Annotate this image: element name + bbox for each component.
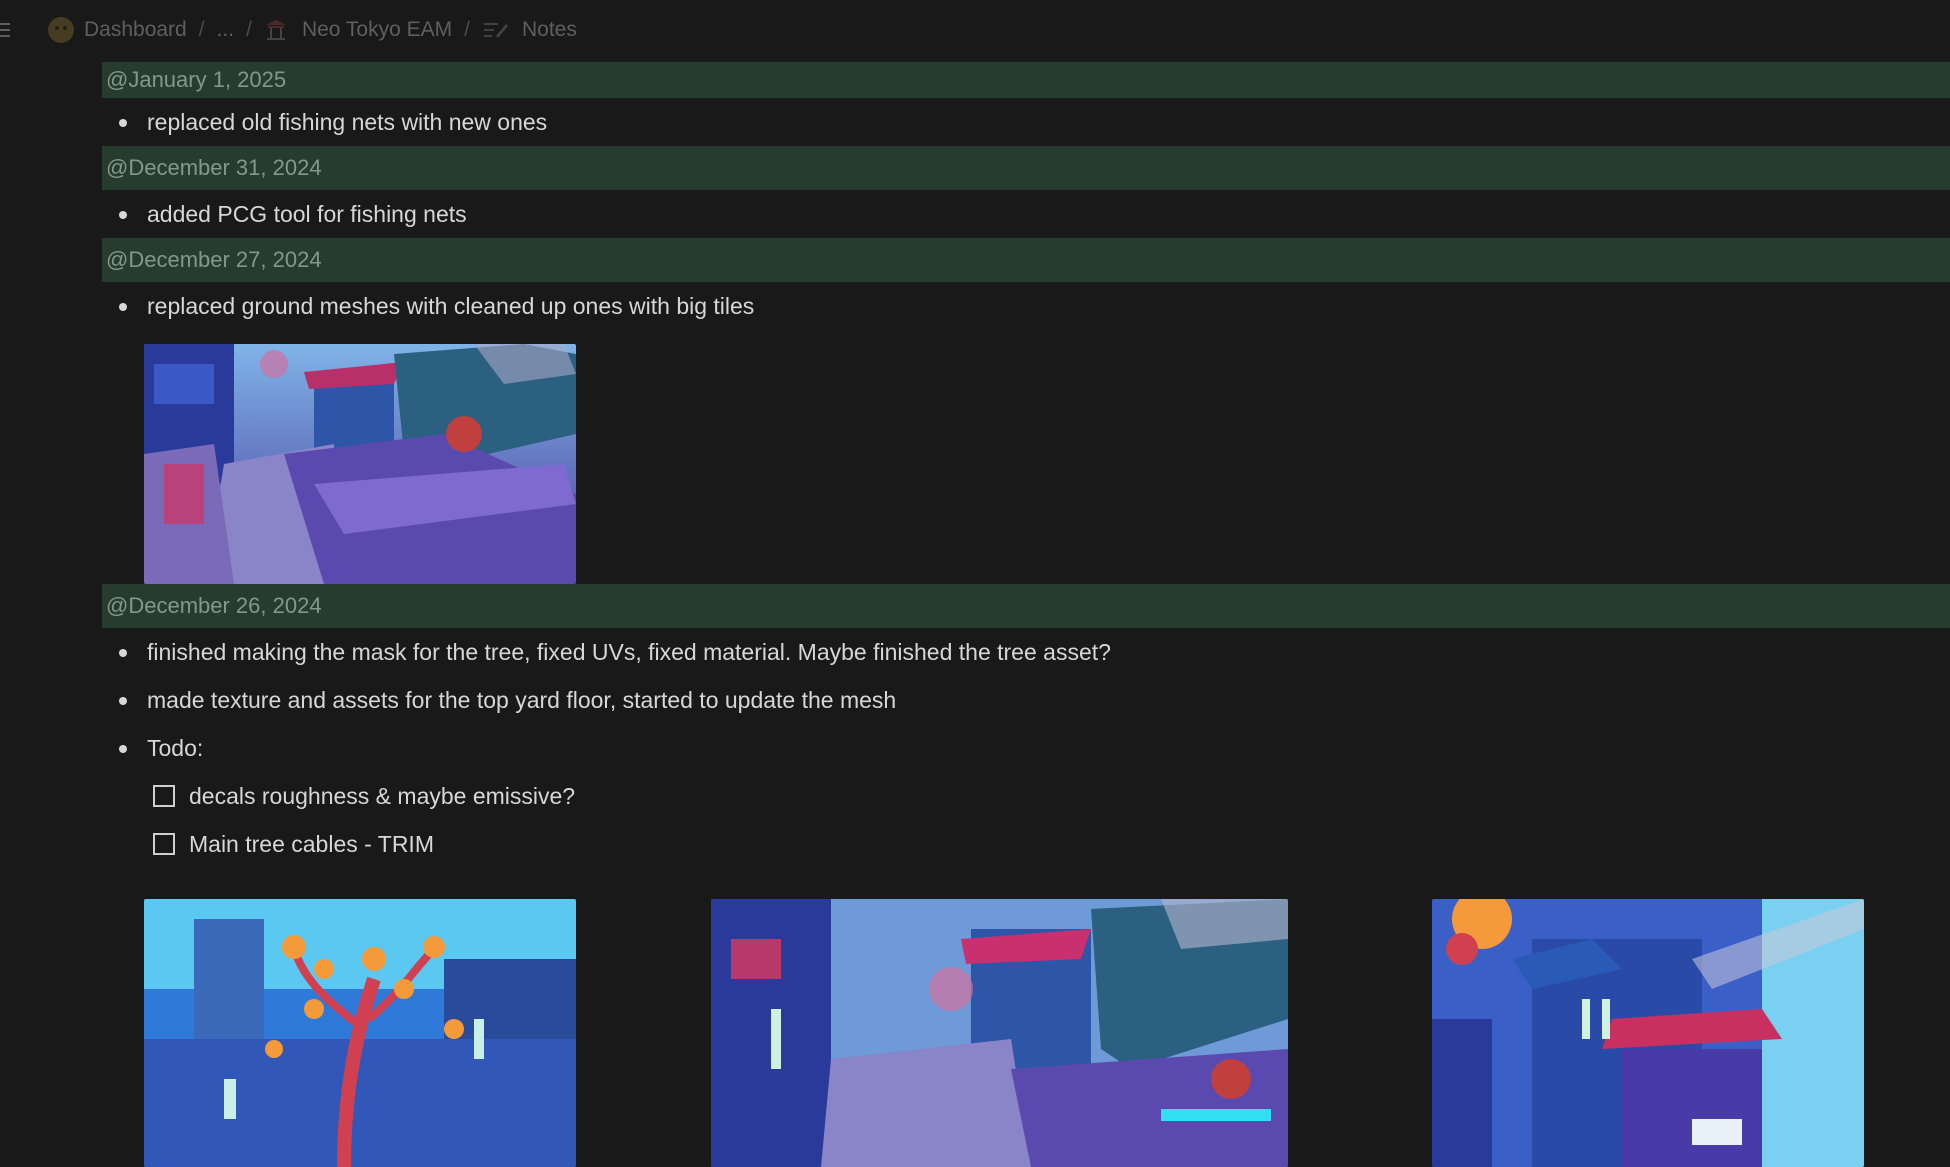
bullet-dot — [119, 119, 127, 127]
breadcrumb-item-notes[interactable]: Notes — [482, 18, 577, 42]
screenshot-image-building[interactable] — [1432, 899, 1864, 1167]
todo-item[interactable]: Main tree cables - TRIM — [102, 820, 1950, 868]
list-item[interactable]: made texture and assets for the top yard… — [102, 676, 1950, 724]
temple-icon — [265, 20, 286, 40]
breadcrumb-item-dashboard[interactable]: Dashboard — [48, 17, 187, 43]
emoji-face-icon — [48, 17, 74, 43]
todo-item[interactable]: decals roughness & maybe emissive? — [102, 772, 1950, 820]
date-mention[interactable]: @January 1, 2025 — [102, 62, 1950, 98]
screenshot-image-street[interactable] — [711, 899, 1288, 1167]
date-mention[interactable]: @December 31, 2024 — [102, 146, 1950, 190]
breadcrumb-item-neo-tokyo[interactable]: Neo Tokyo EAM — [264, 18, 452, 42]
list-item[interactable]: finished making the mask for the tree, f… — [102, 628, 1950, 676]
breadcrumb-item-ellipsis[interactable]: ... — [217, 18, 235, 42]
breadcrumb: Dashboard / ... / Neo Tokyo EAM / Notes — [0, 0, 1950, 60]
breadcrumb-separator: / — [246, 18, 252, 41]
date-mention[interactable]: @December 26, 2024 — [102, 584, 1950, 628]
breadcrumb-separator: / — [198, 18, 205, 41]
list-item[interactable]: replaced ground meshes with cleaned up o… — [102, 282, 1950, 330]
screenshot-image-tree[interactable] — [144, 899, 576, 1167]
note-edit-icon — [483, 23, 508, 38]
todo-checkbox[interactable] — [153, 785, 175, 807]
breadcrumb-separator: / — [464, 18, 470, 41]
bullet-dot — [119, 697, 127, 705]
bullet-dot — [119, 211, 127, 219]
date-mention[interactable]: @December 27, 2024 — [102, 238, 1950, 282]
bullet-dot — [119, 303, 127, 311]
screenshot-image-ground-meshes[interactable] — [144, 344, 576, 584]
list-item[interactable]: Todo: — [102, 724, 1950, 772]
list-item[interactable]: replaced old fishing nets with new ones — [102, 98, 1950, 146]
bullet-dot — [119, 649, 127, 657]
todo-checkbox[interactable] — [153, 833, 175, 855]
bullet-dot — [119, 745, 127, 753]
menu-icon[interactable] — [0, 21, 12, 39]
list-item[interactable]: added PCG tool for fishing nets — [102, 190, 1950, 238]
